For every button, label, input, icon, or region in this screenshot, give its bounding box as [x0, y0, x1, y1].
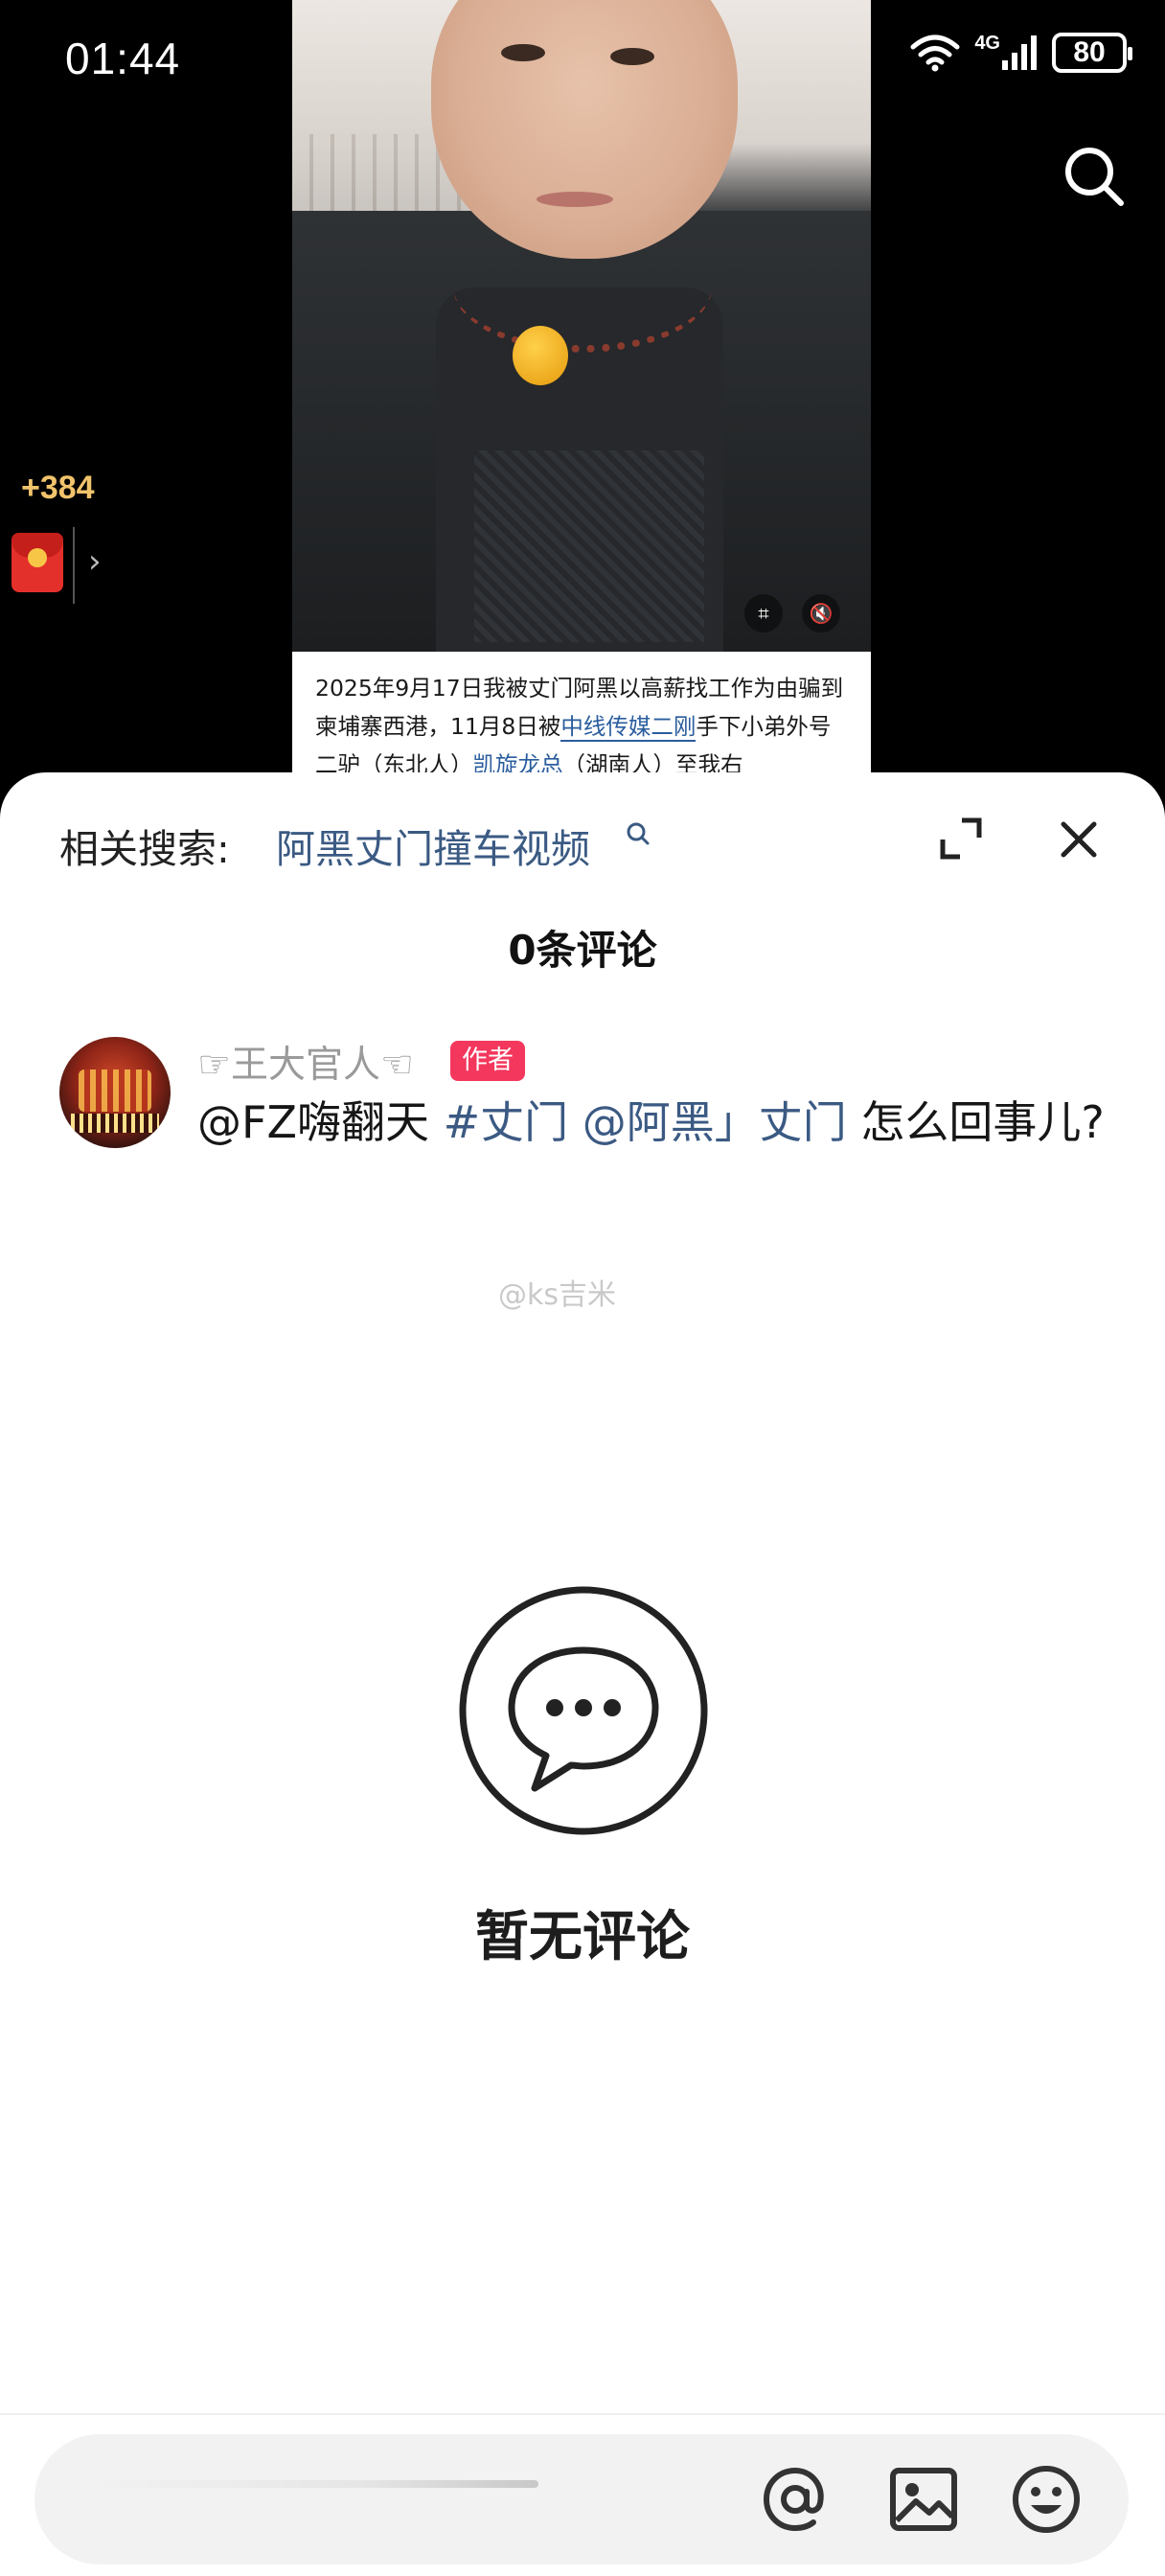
divider — [0, 2413, 1165, 2415]
comment-hashtag[interactable]: #丈门 — [444, 1096, 569, 1148]
related-search-link[interactable]: 阿黑丈门撞车视频 — [276, 816, 590, 874]
close-icon[interactable] — [1058, 818, 1100, 861]
emoji-icon[interactable] — [1010, 2463, 1083, 2536]
avatar[interactable] — [59, 1037, 171, 1148]
expand-icon[interactable] — [939, 816, 983, 861]
comment-input[interactable] — [34, 2434, 1129, 2564]
battery-icon: 80 — [1052, 33, 1132, 73]
status-time: 01:44 — [65, 34, 181, 83]
empty-comments-text: 暂无评论 — [475, 1906, 690, 1968]
mouth — [537, 192, 613, 207]
video-frame[interactable]: ⌗ 🔇 — [292, 0, 871, 652]
video-area[interactable]: ⌗ 🔇 2025年9月17日我被丈门阿黑以高薪找工作为由骗到柬埔寨西港，11月8… — [0, 0, 1165, 786]
battery-level: 80 — [1073, 36, 1106, 68]
comments-count-title: 0条评论 — [508, 927, 657, 974]
caption-link-account[interactable]: 中线传媒二刚 — [560, 713, 697, 742]
comment-text[interactable]: @FZ嗨翻天 #丈门 @阿黑」丈门 怎么回事儿? — [197, 1092, 1117, 1152]
comment-mention-2[interactable]: @阿黑」丈门 — [568, 1096, 847, 1148]
screenshot-icon[interactable]: ⌗ — [744, 594, 783, 632]
left-eye — [501, 44, 545, 61]
search-icon[interactable] — [1062, 144, 1127, 209]
related-search-label: 相关搜索: — [59, 826, 230, 872]
at-icon[interactable] — [759, 2463, 832, 2536]
right-eye — [610, 48, 654, 65]
divider — [73, 527, 75, 604]
comment-sheet: 相关搜索: 阿黑丈门撞车视频 0条评论 ☞王大官人☜ 作者 @FZ嗨翻天 #丈门… — [0, 772, 1165, 2576]
comment-body: 怎么回事儿? — [846, 1096, 1105, 1148]
envelope-coin — [28, 548, 47, 567]
comment-bubble-icon — [459, 1586, 708, 1835]
reward-count: +384 — [21, 470, 95, 506]
image-icon[interactable] — [887, 2463, 960, 2536]
necklace — [453, 220, 712, 353]
signal-icon — [1002, 35, 1037, 70]
search-icon[interactable] — [625, 820, 651, 847]
wifi-icon — [910, 34, 960, 72]
status-icons: 4G 80 — [909, 32, 1132, 73]
red-envelope-icon[interactable] — [11, 533, 63, 592]
chevron-right-icon[interactable]: › — [88, 542, 102, 581]
network-type: 4G — [974, 32, 1000, 54]
author-badge: 作者 — [450, 1041, 525, 1081]
necklace-pendant — [513, 326, 568, 385]
shirt-print — [474, 450, 704, 642]
watermark: @ks吉米 — [498, 1278, 617, 1312]
comment-mention[interactable]: @FZ嗨翻天 — [197, 1096, 444, 1148]
input-placeholder — [88, 2480, 538, 2488]
video-caption[interactable]: 2025年9月17日我被丈门阿黑以高薪找工作为由骗到柬埔寨西港，11月8日被中线… — [292, 652, 871, 786]
mute-icon[interactable]: 🔇 — [802, 594, 840, 632]
comment-username[interactable]: ☞王大官人☜ — [197, 1035, 414, 1089]
